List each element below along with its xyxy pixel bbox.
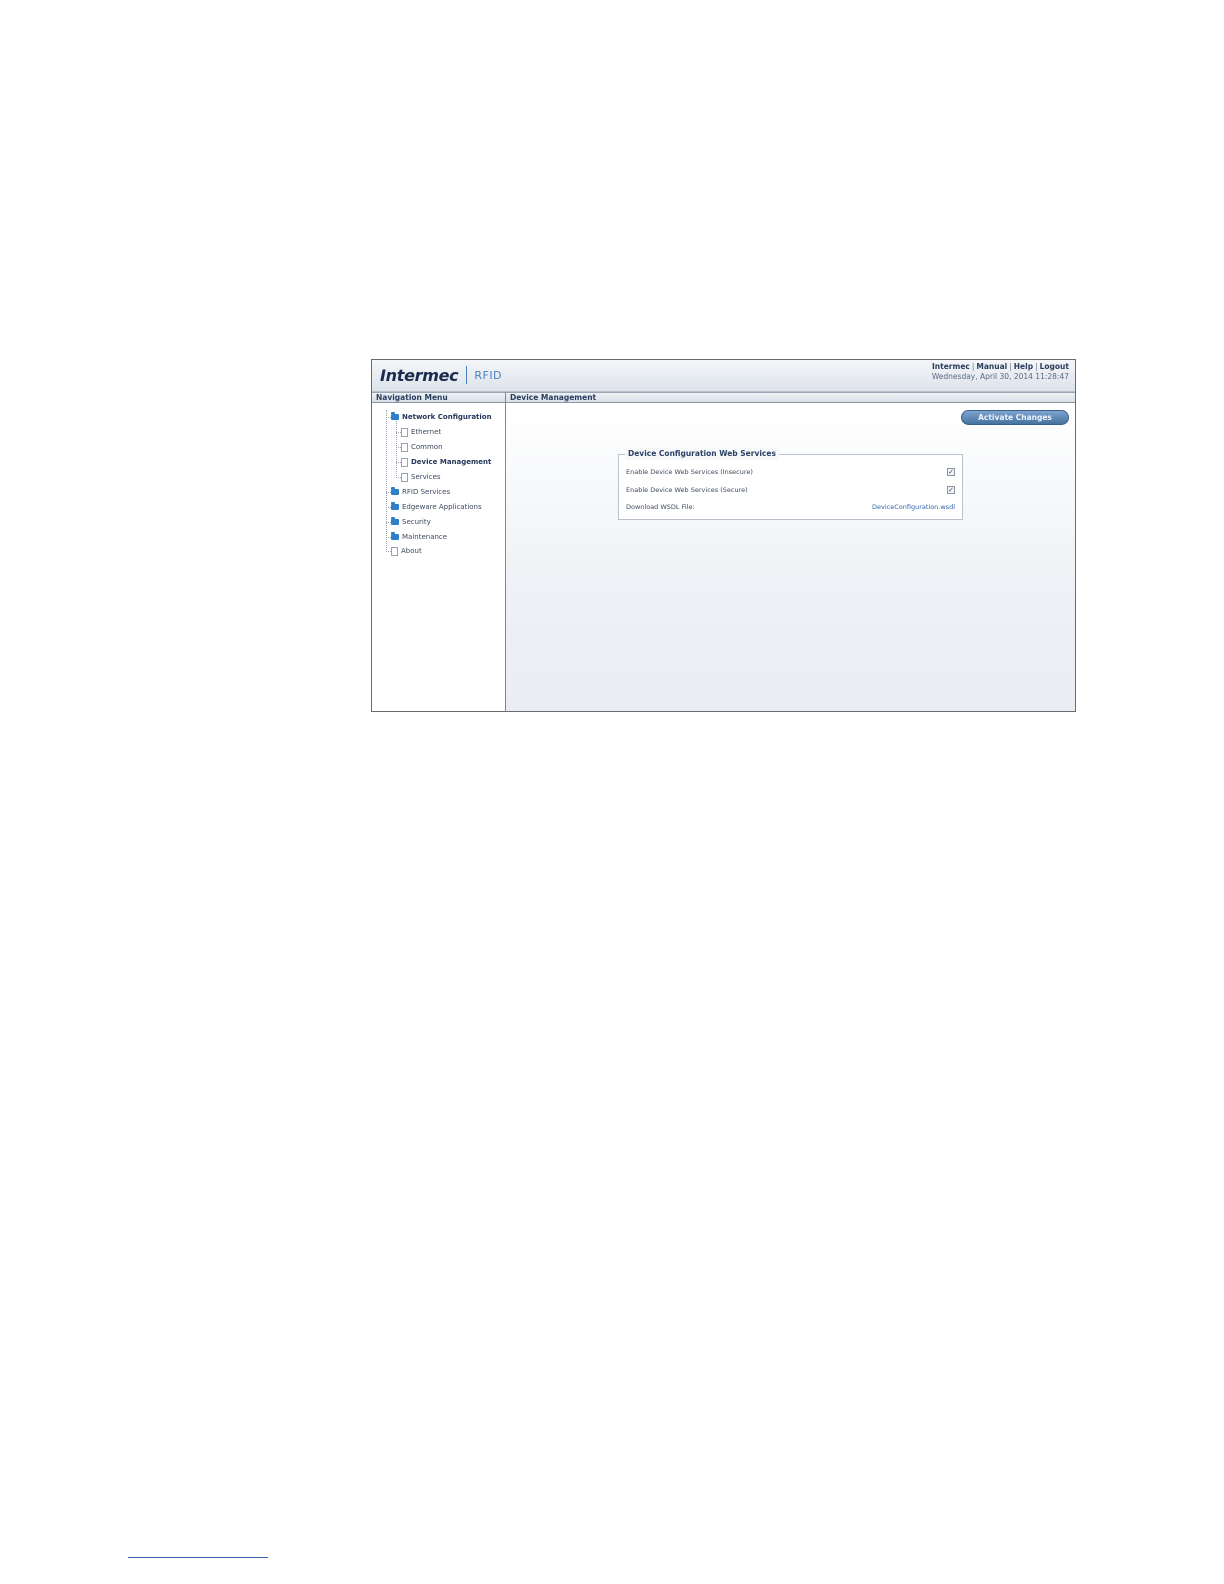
main-panel: Activate Changes Device Configuration We…: [506, 404, 1075, 711]
link-help[interactable]: Help: [1014, 362, 1033, 371]
column-header-bar: Navigation Menu Device Management: [372, 392, 1075, 403]
fieldset-legend: Device Configuration Web Services: [625, 448, 779, 460]
nav-item-label: Common: [411, 443, 443, 451]
insecure-services-checkbox[interactable]: ✓: [947, 468, 955, 476]
nav-item-about[interactable]: About: [391, 545, 422, 557]
folder-icon: [391, 502, 399, 510]
nav-item-label: Security: [402, 518, 431, 526]
brand-name: Intermec: [380, 365, 459, 385]
folder-icon: [391, 412, 399, 420]
insecure-services-label: Enable Device Web Services (Insecure): [626, 468, 753, 476]
folder-icon: [391, 532, 399, 540]
insecure-services-row: Enable Device Web Services (Insecure) ✓: [626, 466, 955, 478]
nav-item-maintenance[interactable]: Maintenance: [391, 531, 447, 543]
nav-item-label: Ethernet: [411, 428, 442, 436]
nav-item-security[interactable]: Security: [391, 516, 431, 528]
tree-connector: [396, 418, 397, 478]
logo-separator: [466, 366, 468, 384]
nav-item-label: Network Configuration: [402, 413, 492, 421]
tree-connector: [386, 410, 387, 550]
nav-item-device-management[interactable]: Device Management: [401, 456, 491, 468]
nav-item-label: Services: [411, 473, 441, 481]
nav-item-edgeware-applications[interactable]: Edgeware Applications: [391, 501, 482, 513]
link-intermec[interactable]: Intermec: [932, 362, 970, 371]
folder-icon: [391, 487, 399, 495]
nav-item-ethernet[interactable]: Ethernet: [401, 426, 441, 438]
link-logout[interactable]: Logout: [1040, 362, 1069, 371]
intermec-logo: Intermec RFID: [380, 364, 502, 386]
link-manual[interactable]: Manual: [976, 362, 1007, 371]
secure-services-row: Enable Device Web Services (Secure) ✓: [626, 484, 955, 496]
nav-item-rfid-services[interactable]: RFID Services: [391, 486, 450, 498]
checkmark-icon: ✓: [948, 468, 954, 476]
secure-services-checkbox[interactable]: ✓: [947, 486, 955, 494]
document-icon: [401, 457, 408, 467]
nav-item-label: Maintenance: [402, 533, 448, 541]
page-title: Device Management: [510, 393, 597, 402]
nav-item-label: Edgeware Applications: [402, 503, 482, 511]
wsdl-download-row: Download WSDL File: DeviceConfiguration.…: [626, 501, 955, 513]
activate-changes-button[interactable]: Activate Changes: [961, 410, 1069, 425]
top-links: Intermec | Manual | Help | Logout: [932, 362, 1069, 371]
nav-item-label: About: [401, 547, 422, 555]
navigation-menu: Network Configuration Ethernet Common De…: [372, 404, 505, 711]
nav-item-common[interactable]: Common: [401, 441, 443, 453]
folder-icon: [391, 517, 399, 525]
nav-item-label: RFID Services: [402, 488, 451, 496]
checkmark-icon: ✓: [948, 486, 954, 494]
web-services-fieldset: Device Configuration Web Services Enable…: [618, 448, 963, 520]
nav-item-label: Device Management: [411, 458, 492, 466]
footer-rule: [128, 1557, 268, 1558]
app-window: Intermec RFID Intermec | Manual | Help | Logou…: [371, 359, 1076, 712]
wsdl-download-label: Download WSDL File:: [626, 503, 695, 511]
nav-item-network-configuration[interactable]: Network Configuration: [391, 411, 492, 423]
wsdl-download-link[interactable]: DeviceConfiguration.wsdl: [872, 501, 955, 513]
secure-services-label: Enable Device Web Services (Secure): [626, 486, 748, 494]
app-header: Intermec RFID Intermec | Manual | Help | Logou…: [372, 360, 1075, 392]
document-icon: [401, 427, 408, 437]
nav-menu-title: Navigation Menu: [376, 393, 448, 402]
document-icon: [401, 472, 408, 482]
current-datetime: Wednesday, April 30, 2014 11:28:47: [931, 372, 1069, 381]
document-icon: [391, 546, 398, 556]
product-name: RFID: [474, 368, 503, 382]
document-icon: [401, 442, 408, 452]
nav-item-services[interactable]: Services: [401, 471, 441, 483]
